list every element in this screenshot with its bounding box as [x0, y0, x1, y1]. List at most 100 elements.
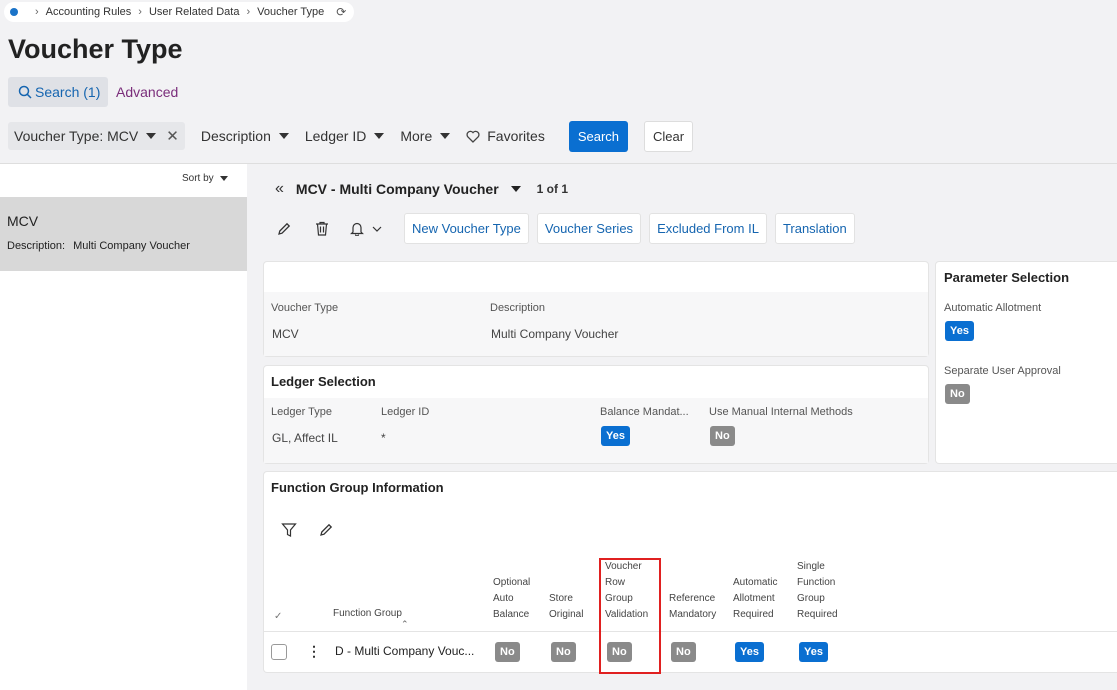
filter-chip-label: Voucher Type: MCV: [14, 128, 139, 144]
parameter-selection-title: Parameter Selection: [944, 270, 1070, 285]
refresh-icon[interactable]: ⟳: [336, 5, 346, 19]
cell-store-original: No: [551, 642, 576, 662]
column-header-label: Group: [797, 593, 825, 604]
cell-automatic-allotment-required: Yes: [735, 642, 764, 662]
excluded-from-il-button[interactable]: Excluded From IL: [649, 213, 767, 244]
ledger-selection-card: Ledger Selection Ledger Type GL, Affect …: [264, 366, 928, 463]
clear-button[interactable]: Clear: [644, 120, 694, 152]
record-selector[interactable]: MCV - Multi Company Voucher: [296, 181, 499, 197]
search-icon: [18, 85, 32, 99]
sort-ascending-icon[interactable]: ⌃: [401, 616, 409, 632]
voucher-type-value: MCV: [272, 327, 299, 341]
edit-icon[interactable]: [319, 523, 333, 542]
row-checkbox[interactable]: [271, 644, 287, 660]
use-manual-internal-methods-label: Use Manual Internal Methods: [709, 406, 853, 418]
description-value: Multi Company Voucher: [491, 327, 619, 341]
caret-down-icon[interactable]: [510, 186, 521, 192]
use-manual-internal-methods-badge: No: [710, 426, 735, 446]
automatic-allotment-label: Automatic Allotment: [944, 302, 1042, 314]
ledger-id-filter-label: Ledger ID: [304, 128, 367, 144]
select-all-check-icon[interactable]: ✓: [274, 609, 282, 625]
column-header-optional-auto-balance[interactable]: Optional Auto Balance: [493, 575, 530, 623]
highlight-box: [599, 558, 661, 674]
column-header-label: Mandatory: [669, 609, 717, 620]
breadcrumb-voucher-type: Voucher Type: [257, 6, 325, 18]
balance-mandatory-badge: Yes: [601, 426, 630, 446]
sort-by-button[interactable]: Sort by: [176, 171, 234, 189]
caret-down-icon: [278, 133, 289, 139]
column-header-store-original[interactable]: Store Original: [549, 591, 583, 623]
list-item-desc-value: Multi Company Voucher: [73, 240, 190, 252]
column-header-label: Reference: [669, 593, 716, 604]
column-header-label: Original: [549, 609, 584, 620]
close-icon[interactable]: ✕: [166, 127, 179, 145]
separate-user-approval-label: Separate User Approval: [944, 365, 1061, 377]
chevron-right-icon: ›: [246, 6, 251, 18]
breadcrumb-accounting-rules[interactable]: Accounting Rules: [46, 6, 132, 18]
advanced-tab[interactable]: Advanced: [116, 84, 178, 100]
delete-icon[interactable]: [308, 215, 336, 243]
notification-bell-icon[interactable]: [346, 215, 386, 243]
home-icon[interactable]: [10, 8, 18, 16]
more-filter[interactable]: More: [400, 128, 451, 144]
chevron-right-icon: ›: [35, 6, 39, 18]
sort-by-label: Sort by: [182, 173, 214, 184]
column-header-label: Required: [733, 609, 774, 620]
row-menu-icon[interactable]: ⋮: [307, 643, 321, 659]
ledger-id-filter[interactable]: Ledger ID: [304, 128, 385, 144]
search-tab-label: Search (1): [35, 84, 101, 100]
list-item-code: MCV: [7, 213, 39, 229]
cell-reference-mandatory: No: [671, 642, 696, 662]
new-voucher-type-button[interactable]: New Voucher Type: [404, 213, 529, 244]
column-header-label: Function Group: [333, 608, 402, 619]
chevron-right-icon: ›: [138, 6, 142, 18]
caret-down-icon: [440, 133, 451, 139]
general-card: Voucher Type MCV Description Multi Compa…: [264, 262, 928, 356]
cell-optional-auto-balance: No: [495, 642, 520, 662]
favorites-button[interactable]: Favorites: [466, 128, 545, 144]
description-filter[interactable]: Description: [201, 128, 289, 144]
collapse-panel-icon[interactable]: «: [275, 180, 284, 198]
page-title: Voucher Type: [8, 34, 183, 64]
column-header-automatic-allotment-required[interactable]: Automatic Allotment Required: [733, 575, 777, 623]
column-header-single-function-group-required[interactable]: Single Function Group Required: [797, 559, 838, 623]
balance-mandatory-label: Balance Mandat...: [600, 406, 689, 418]
column-header-function-group[interactable]: Function Group: [333, 606, 402, 622]
voucher-type-filter-chip[interactable]: Voucher Type: MCV ✕: [8, 122, 185, 150]
ledger-type-value: GL, Affect IL: [272, 431, 338, 445]
breadcrumb-user-related-data[interactable]: User Related Data: [149, 6, 240, 18]
automatic-allotment-badge: Yes: [945, 321, 974, 341]
filter-bar: Voucher Type: MCV ✕ Description Ledger I…: [8, 120, 694, 152]
voucher-series-button[interactable]: Voucher Series: [536, 213, 642, 244]
column-header-label: Allotment: [733, 593, 775, 604]
cell-function-group: D - Multi Company Vouc...: [335, 644, 475, 658]
record-count: 1 of 1: [536, 182, 568, 196]
record-header: « MCV - Multi Company Voucher 1 of 1: [275, 180, 568, 198]
column-header-label: Automatic: [733, 577, 778, 588]
description-filter-label: Description: [200, 128, 271, 144]
edit-icon[interactable]: [270, 215, 298, 243]
description-label: Description: [490, 302, 546, 314]
ledger-type-label: Ledger Type: [271, 406, 332, 418]
search-tab[interactable]: Search (1): [8, 77, 108, 107]
column-header-label: Balance: [493, 609, 530, 620]
filter-icon[interactable]: [281, 522, 297, 543]
column-header-label: Single: [797, 561, 825, 572]
separate-user-approval-badge: No: [945, 384, 970, 404]
search-button[interactable]: Search: [568, 120, 629, 152]
divider: [264, 631, 1117, 632]
caret-down-icon: [219, 175, 228, 181]
breadcrumb: › Accounting Rules › User Related Data ›…: [4, 2, 355, 22]
heart-icon: [466, 130, 480, 143]
parameter-selection-card: Parameter Selection Automatic Allotment …: [936, 262, 1117, 463]
list-item[interactable]: MCV Description: Multi Company Voucher: [0, 197, 247, 271]
voucher-type-label: Voucher Type: [271, 302, 339, 314]
ledger-selection-title: Ledger Selection: [271, 374, 376, 389]
column-header-label: Optional: [493, 577, 531, 588]
favorites-label: Favorites: [487, 128, 545, 144]
column-header-label: Store: [549, 593, 573, 604]
column-header-reference-mandatory[interactable]: Reference Mandatory: [669, 591, 716, 623]
translation-button[interactable]: Translation: [774, 213, 855, 244]
record-toolbar: New Voucher Type Voucher Series Excluded…: [270, 213, 863, 244]
caret-down-icon[interactable]: [146, 133, 157, 139]
